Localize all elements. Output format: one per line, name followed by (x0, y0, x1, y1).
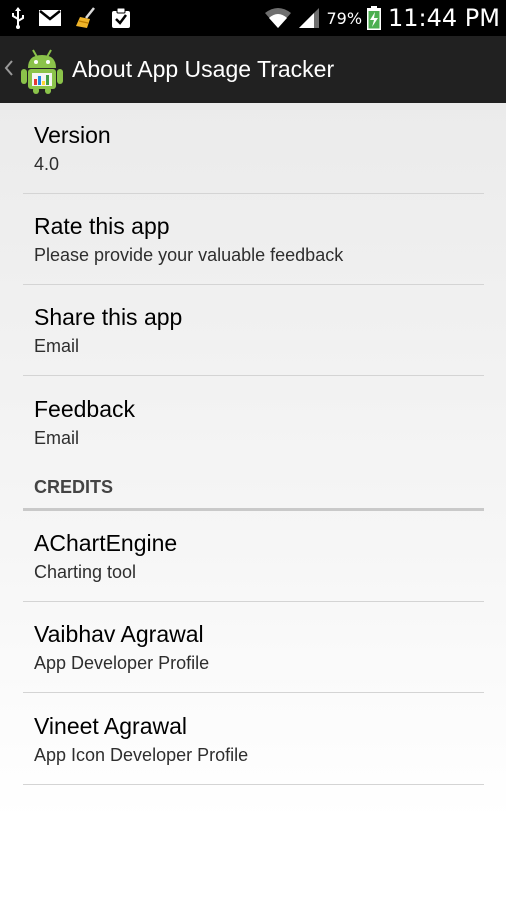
pref-credit-vaibhav[interactable]: Vaibhav Agrawal App Developer Profile (23, 602, 484, 693)
preference-list: Version 4.0 Rate this app Please provide… (23, 103, 484, 785)
pref-version[interactable]: Version 4.0 (23, 103, 484, 194)
pref-summary: Charting tool (34, 562, 137, 582)
credits-category-header: CREDITS (23, 467, 484, 511)
page-title: About App Usage Tracker (72, 56, 335, 82)
notification-icons (10, 7, 132, 29)
pref-share-app[interactable]: Share this app Email (23, 285, 484, 376)
pref-credit-achartengine[interactable]: AChartEngine Charting tool (23, 511, 484, 602)
pref-title: Version (34, 122, 111, 148)
system-icons: 79% 11:44 PM (264, 4, 500, 32)
pref-summary: Email (34, 427, 80, 448)
pref-title: Rate this app (34, 213, 170, 239)
category-label: CREDITS (34, 477, 114, 497)
pref-summary: App Developer Profile (34, 653, 210, 673)
pref-title: Vaibhav Agrawal (34, 621, 204, 647)
android-app-icon[interactable] (18, 46, 66, 94)
pref-summary: Please provide your valuable feedback (34, 245, 344, 265)
preferences-screen: Version 4.0 Rate this app Please provide… (0, 103, 506, 900)
pref-feedback[interactable]: Feedback Email (23, 376, 484, 467)
pref-summary: Email (34, 336, 80, 356)
status-bar: 79% 11:44 PM (0, 0, 506, 36)
pref-rate-app[interactable]: Rate this app Please provide your valuab… (23, 194, 484, 285)
action-bar[interactable]: About App Usage Tracker (0, 36, 506, 103)
cleaner-broom-icon (74, 7, 98, 29)
pref-title: Feedback (34, 395, 136, 422)
wifi-icon (264, 7, 292, 29)
pref-title: AChartEngine (34, 530, 178, 556)
clipboard-check-icon (110, 7, 132, 29)
pref-title: Vineet Agrawal (34, 712, 188, 739)
up-navigation-chevron-icon[interactable] (4, 58, 16, 82)
clock: 11:44 PM (388, 4, 500, 32)
gmail-icon (38, 9, 62, 27)
pref-summary: App Icon Developer Profile (34, 744, 249, 765)
usb-icon (10, 7, 26, 29)
battery-charging-icon (367, 6, 382, 30)
pref-title: Share this app (34, 304, 183, 330)
battery-percent: 79% (326, 8, 363, 28)
pref-credit-vineet[interactable]: Vineet Agrawal App Icon Developer Profil… (23, 693, 484, 785)
signal-icon (297, 7, 321, 29)
pref-summary: 4.0 (34, 154, 60, 174)
